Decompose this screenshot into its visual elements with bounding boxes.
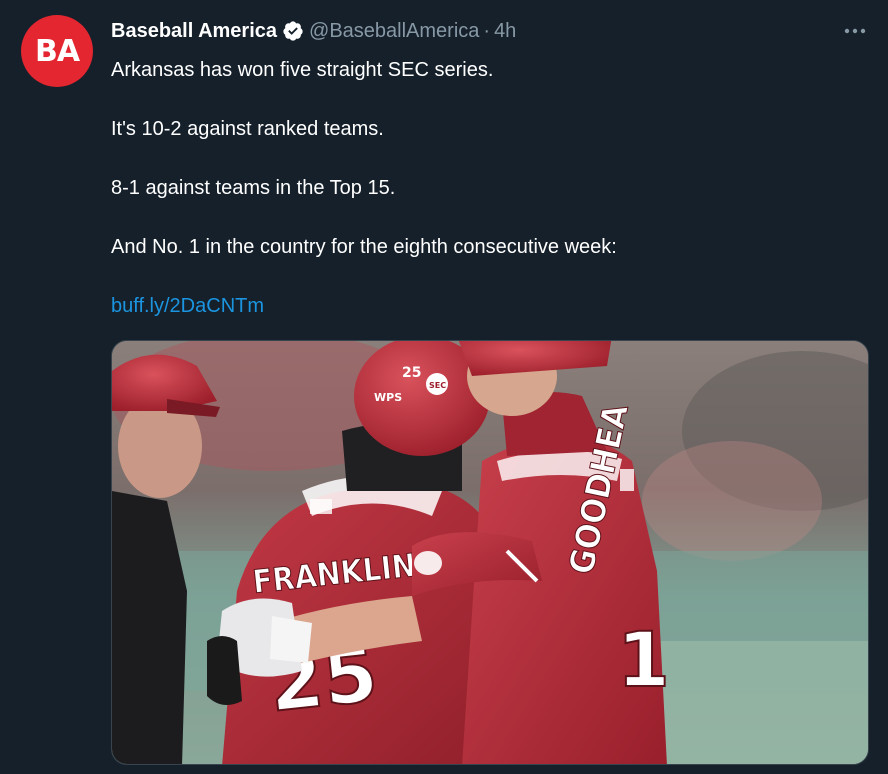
separator-dot: · <box>483 20 491 42</box>
more-dots-icon[interactable] <box>840 18 870 44</box>
tweet-line: 8-1 against teams in the Top 15. <box>111 177 396 199</box>
tweet-photo[interactable]: WPS 25 SEC FRANKLIN 25 GOODHEA 1 <box>111 340 869 765</box>
tweet-text: Arkansas has won five straight SEC serie… <box>111 57 851 319</box>
timestamp[interactable]: 4h <box>494 19 516 43</box>
tweet-line: Arkansas has won five straight SEC serie… <box>111 59 494 81</box>
avatar[interactable]: BA <box>21 15 93 87</box>
helmet-sticker: WPS <box>374 391 402 404</box>
helmet-badge: SEC <box>429 381 446 390</box>
display-name[interactable]: Baseball America <box>111 19 277 43</box>
tweet-link-line: buff.ly/2DaCNTm <box>111 293 851 319</box>
jersey-number-goodheart: 1 <box>617 615 670 704</box>
tweet-line: It's 10-2 against ranked teams. <box>111 118 384 140</box>
verified-badge-icon <box>282 20 304 42</box>
tweet-header: Baseball America @BaseballAmerica · 4h <box>111 19 516 43</box>
tweet[interactable]: BA Baseball America @BaseballAmerica · 4… <box>0 0 888 774</box>
tweet-line: And No. 1 in the country for the eighth … <box>111 236 617 258</box>
avatar-logo-text: BA <box>34 33 80 69</box>
tweet-link[interactable]: buff.ly/2DaCNTm <box>111 295 264 317</box>
handle[interactable]: @BaseballAmerica <box>309 19 479 43</box>
helmet-number: 25 <box>402 365 421 381</box>
